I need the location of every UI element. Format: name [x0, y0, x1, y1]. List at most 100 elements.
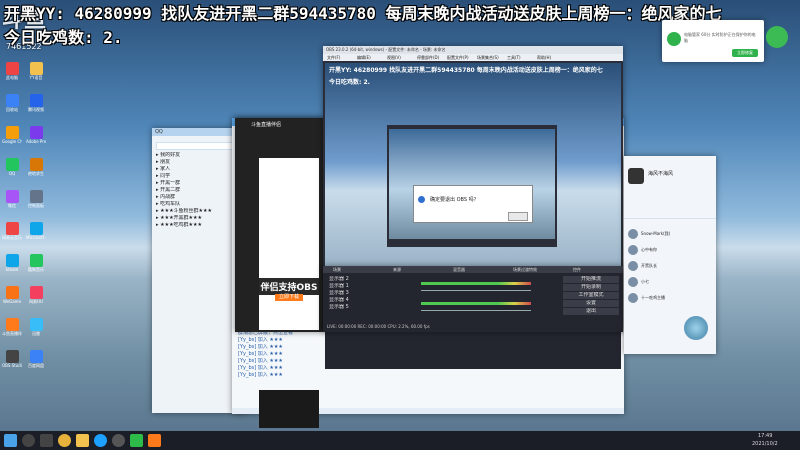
desktop-icon[interactable]: 迅雷 [26, 318, 46, 344]
desktop-icon[interactable]: 百度网盘 [26, 350, 46, 376]
source-item[interactable]: 显示器 2 [329, 276, 409, 283]
desktop-icon[interactable]: OBS Studio [2, 350, 22, 376]
desktop-icon[interactable]: 酷狗音乐 [26, 254, 46, 280]
desktop-icon-label: 微信 [8, 203, 16, 208]
desktop-icon[interactable]: 网易云音乐 [2, 222, 22, 248]
obs-menu-item[interactable]: 编辑(E) [357, 55, 371, 61]
desktop-icon-label: 此电脑 [6, 75, 18, 80]
overlay-banner: 开黑YY: 46280999 找队友进开黑二群594435780 每周末晚内战活… [4, 4, 722, 23]
desktop-icon-label: YY语音 [29, 75, 43, 80]
dock-headers: 场景 来源 混音器 场景过渡特效 控件 [323, 266, 623, 273]
group-item[interactable]: ▸ ★★★吃鸡群★★★ [156, 222, 244, 229]
group-item[interactable]: ▸ ★★★开黑群★★★ [156, 215, 244, 222]
obs-menu-item[interactable]: 视图(V) [387, 55, 401, 61]
dialog-ok-button[interactable] [508, 212, 528, 221]
info-icon [418, 196, 425, 203]
app-icon [29, 126, 43, 139]
control-button[interactable]: 设置 [563, 300, 619, 307]
source-item[interactable]: 显示器 1 [329, 283, 409, 290]
obs-menu-item[interactable]: 场景集合(S) [477, 55, 499, 61]
contact-item[interactable]: 小七 [628, 274, 712, 290]
desktop-icon[interactable]: YY语音 [26, 62, 46, 88]
obs-taskbar-icon[interactable] [112, 434, 125, 447]
profile-avatar[interactable] [628, 168, 644, 184]
preview-kill-count: 今日吃鸡数: 2. [329, 79, 370, 86]
contact-item[interactable]: 开黑队长 [628, 258, 712, 274]
source-item[interactable]: 显示器 4 [329, 297, 409, 304]
chat-message: [Yy_bs] 加入 ★★★ [238, 372, 283, 378]
app-icon [29, 350, 43, 363]
group-item[interactable]: ▸ 吃鸡车队 [156, 201, 244, 208]
desktop-icon[interactable]: Steam [2, 254, 22, 280]
app-icon [29, 222, 43, 235]
obs-menu-item[interactable]: 帮助(H) [537, 55, 551, 61]
desktop-icon-label: 回收站 [6, 107, 18, 112]
obs-bottom-panel: 场景 来源 混音器 场景过渡特效 控件 显示器 2 显示器 1 显示器 3 显示器 4 显示器 … [323, 266, 623, 332]
ad-download-button[interactable]: 立即下载 [275, 294, 303, 301]
explorer-taskbar-icon[interactable] [76, 434, 89, 447]
app-icon [29, 318, 43, 331]
desktop-icon-label: Steam [5, 267, 19, 272]
contact-item[interactable]: 心中有你 [628, 242, 712, 258]
start-button[interactable] [4, 434, 17, 447]
notify-text: 电脑管家 60分 实时防护正在保护你的电脑 [684, 32, 756, 43]
desktop-icon[interactable]: 腾讯视频 [26, 94, 46, 120]
group-item[interactable]: ▸ 我的好友 [156, 152, 244, 159]
desktop-icon[interactable]: Adobe Premiere [26, 126, 46, 152]
mixer-slider-1[interactable] [421, 290, 531, 291]
controls-panel: 开始推流 开始录制 工作室模式 设置 退出 [563, 276, 619, 316]
mixer-meter-1 [421, 282, 531, 285]
assistant-avatar[interactable] [766, 26, 788, 48]
group-item[interactable]: ▸ 内战群 [156, 194, 244, 201]
desktop-icon[interactable]: 此电脑 [2, 62, 22, 88]
source-item[interactable]: 显示器 5 [329, 304, 409, 311]
obs-menu-item[interactable]: 工具(T) [507, 55, 521, 61]
group-item[interactable]: ▸ ★★★斗鱼粉丝群★★★ [156, 208, 244, 215]
douyu-taskbar-icon[interactable] [148, 434, 161, 447]
contact-item[interactable]: Snow-Mark(我) [628, 226, 712, 242]
desktop-icon-label: 控制面板 [28, 203, 44, 208]
qq-taskbar-icon[interactable] [94, 434, 107, 447]
obs-menu-item[interactable]: 配置文件(P) [447, 55, 469, 61]
source-item[interactable]: 显示器 3 [329, 290, 409, 297]
control-button[interactable]: 开始推流 [563, 276, 619, 283]
desktop-icon[interactable]: Microsoft Edge [26, 222, 46, 248]
shield-icon [667, 32, 681, 46]
repair-button[interactable]: 立即修复 [732, 49, 758, 57]
desktop-icon[interactable]: 回收站 [2, 94, 22, 120]
desktop-icon[interactable]: WeGame [2, 286, 22, 312]
obs-menu-item[interactable]: 文件(F) [327, 55, 340, 61]
dialog-text: 确定要退出 OBS 吗？ [430, 197, 479, 203]
desktop-icon[interactable]: 控制面板 [26, 190, 46, 216]
desktop-icon[interactable]: 绝地求生 [26, 158, 46, 184]
contact-item[interactable]: 十一吃鸡主播 [628, 290, 712, 306]
app-icon [29, 158, 43, 171]
ad-banner[interactable] [259, 390, 319, 428]
music-cover[interactable] [684, 316, 708, 340]
chrome-taskbar-icon[interactable] [58, 434, 71, 447]
group-item[interactable]: ▸ 同学 [156, 173, 244, 180]
group-item[interactable]: ▸ 开黑二群 [156, 187, 244, 194]
control-button[interactable]: 开始录制 [563, 284, 619, 291]
desktop-icon-label: Google Chrome [2, 139, 22, 144]
control-button[interactable]: 退出 [563, 308, 619, 315]
dock-header: 来源 [393, 267, 401, 272]
desktop-icon[interactable]: 斗鱼直播伴侣 [2, 318, 22, 344]
desktop-icon[interactable]: QQ [2, 158, 22, 184]
desktop-icon[interactable]: Google Chrome [2, 126, 22, 152]
group-item[interactable]: ▸ 开黑一群 [156, 180, 244, 187]
obs-menu-item[interactable]: 停靠部件(D) [417, 55, 439, 61]
app-icon [5, 318, 19, 331]
taskview-icon[interactable] [40, 434, 53, 447]
control-button[interactable]: 工作室模式 [563, 292, 619, 299]
group-item[interactable]: ▸ 家人 [156, 166, 244, 173]
qq-search-input[interactable] [156, 142, 244, 150]
mixer-slider-2[interactable] [421, 310, 531, 311]
desktop-icon[interactable]: 微信 [2, 190, 22, 216]
wechat-taskbar-icon[interactable] [130, 434, 143, 447]
group-item[interactable]: ▸ 朋友 [156, 159, 244, 166]
ad-title: 伴侣支持OBS [259, 278, 319, 295]
desktop-icon[interactable]: 网易UU [26, 286, 46, 312]
search-icon[interactable] [22, 434, 35, 447]
contact-name: 开黑队长 [641, 263, 657, 268]
